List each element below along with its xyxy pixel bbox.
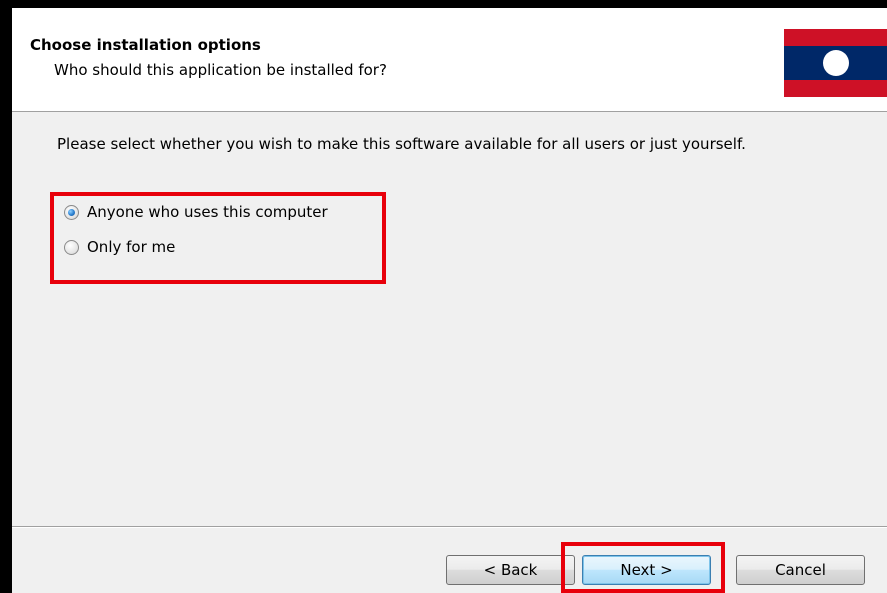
page-title: Choose installation options (30, 36, 261, 54)
header-panel: Choose installation options Who should t… (12, 8, 887, 112)
instructions-text: Please select whether you wish to make t… (57, 135, 746, 153)
installer-window: Choose installation options Who should t… (12, 8, 887, 593)
radio-button-checked[interactable] (64, 204, 79, 220)
footer-separator (12, 526, 887, 528)
option-only-me-label[interactable]: Only for me (87, 238, 175, 256)
cancel-button[interactable]: Cancel (736, 555, 865, 585)
next-button[interactable]: Next > (582, 555, 711, 585)
option-anyone-label[interactable]: Anyone who uses this computer (87, 203, 328, 221)
option-only-me-radio[interactable]: Only for me (64, 236, 175, 258)
option-anyone-radio[interactable]: Anyone who uses this computer (64, 201, 328, 223)
page-subtitle: Who should this application be installed… (54, 61, 387, 79)
laos-flag-icon (784, 29, 887, 97)
back-button[interactable]: < Back (446, 555, 575, 585)
flag-white-disc (823, 50, 849, 76)
radio-button-unchecked[interactable] (64, 239, 79, 255)
